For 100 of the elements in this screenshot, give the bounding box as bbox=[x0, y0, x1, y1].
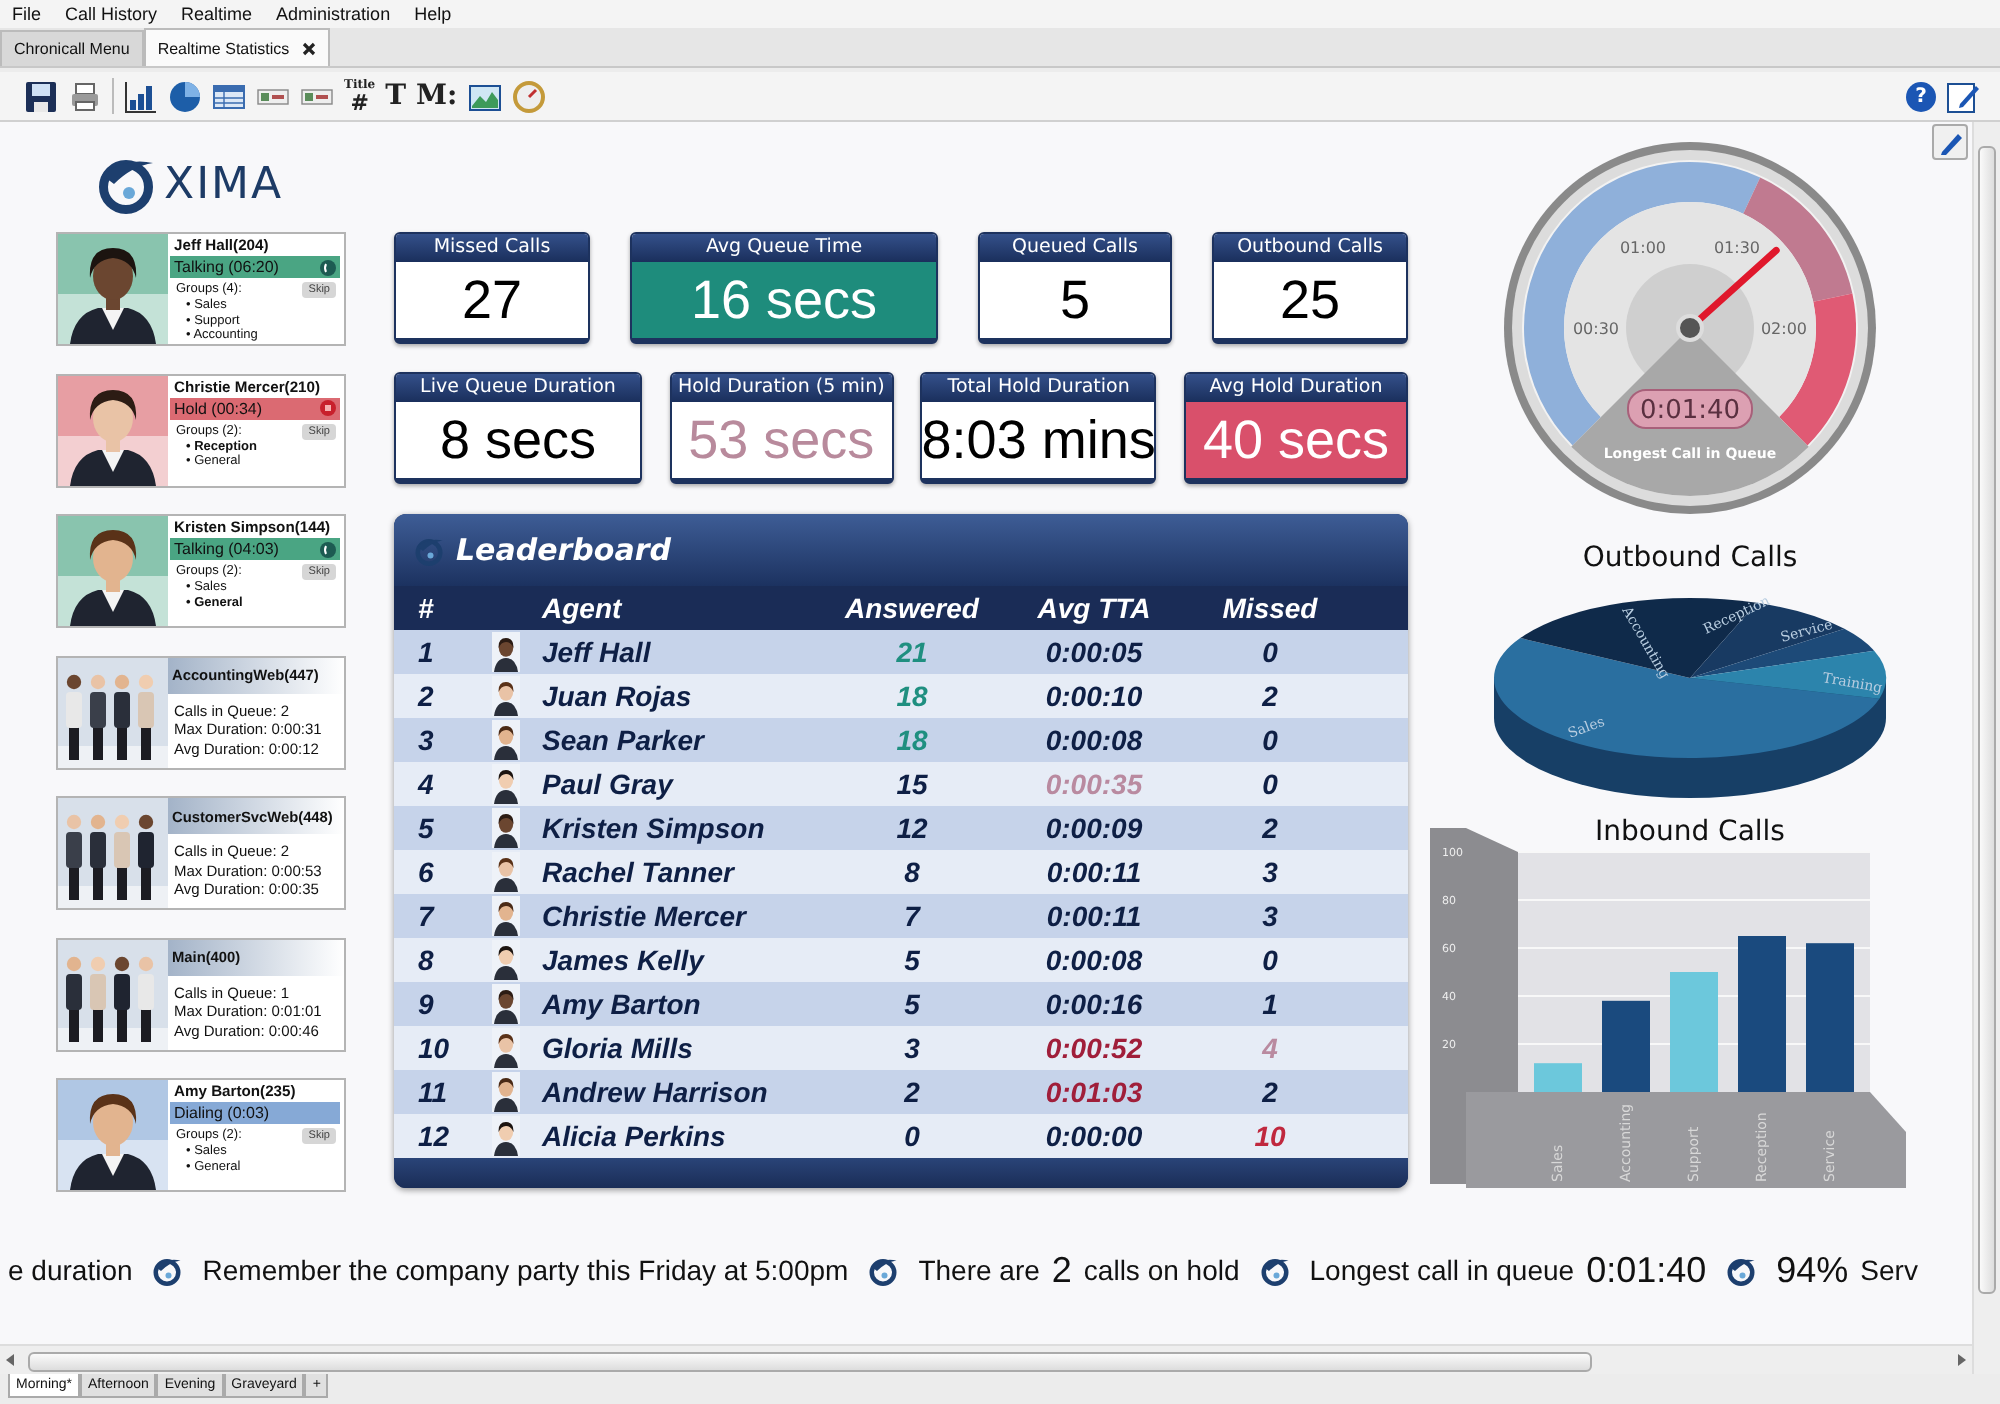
table-cell-text: 7 bbox=[902, 900, 923, 932]
table-cell-text: 2 bbox=[1260, 812, 1280, 844]
tile-value: 5 bbox=[980, 262, 1170, 338]
tile-label: Avg Queue Time bbox=[632, 234, 936, 262]
status-text: Dialing (0:03) bbox=[174, 1104, 270, 1122]
table-cell-text: Amy Barton bbox=[542, 988, 703, 1020]
status-text: Talking (06:20) bbox=[174, 258, 279, 276]
table-cell-text: 4 bbox=[1260, 1032, 1280, 1064]
table-cell-text: 4 bbox=[415, 768, 436, 800]
table-cell-text: 10 bbox=[416, 1032, 452, 1064]
image-icon[interactable] bbox=[467, 79, 502, 113]
table-cell-text: 0:01:03 bbox=[1043, 1076, 1145, 1108]
table-cell-text: 5 bbox=[416, 812, 436, 844]
tab[interactable]: Realtime Statistics bbox=[143, 28, 330, 66]
table-cell-text: 18 bbox=[894, 724, 930, 756]
bar bbox=[1670, 972, 1718, 1092]
menu-item[interactable]: Administration bbox=[264, 4, 403, 24]
table-cell-text: 0:00:16 bbox=[1043, 988, 1145, 1020]
menu-item[interactable]: File bbox=[0, 4, 54, 24]
ticker-text: Remember the company party this Friday at 5:00pm bbox=[202, 1252, 849, 1290]
tile-value: 16 secs bbox=[632, 262, 936, 338]
table-cell-text: 10 bbox=[1252, 1120, 1288, 1152]
table-cell-text: Andrew Harrison bbox=[542, 1076, 770, 1108]
gauge-icon[interactable] bbox=[511, 79, 546, 113]
edit-button[interactable] bbox=[1932, 124, 1968, 160]
column-header: Avg TTA bbox=[1035, 592, 1153, 624]
table-icon[interactable] bbox=[212, 79, 246, 113]
tile-value: 53 secs bbox=[671, 402, 892, 478]
table-cell-text: 2 bbox=[415, 680, 436, 712]
table-cell-text: 0:00:08 bbox=[1043, 724, 1145, 756]
ticker-text: Longest call in queue bbox=[1309, 1252, 1575, 1290]
logo-text: XIMA bbox=[164, 159, 284, 209]
swirl-icon bbox=[152, 1255, 183, 1285]
vertical-scrollbar[interactable] bbox=[1972, 122, 2000, 1374]
gauge-readout: 0:01:40 bbox=[1627, 389, 1753, 429]
status-text: Talking (04:03) bbox=[174, 540, 279, 558]
table-cell-text: 12 bbox=[894, 812, 930, 844]
table-cell-text: 8 bbox=[902, 856, 922, 888]
close-icon[interactable] bbox=[301, 41, 316, 55]
tile-value: 27 bbox=[396, 262, 588, 338]
ticker-text: Serv bbox=[1860, 1252, 1918, 1290]
table-cell-text: 9 bbox=[416, 988, 436, 1020]
edit-icon[interactable] bbox=[1946, 79, 1980, 113]
swirl-icon bbox=[1726, 1255, 1757, 1285]
chart-title: Inbound Calls bbox=[1595, 816, 1785, 848]
tile-value: 25 bbox=[1214, 262, 1406, 338]
needle-hub bbox=[1676, 314, 1704, 342]
bar-chart-icon[interactable] bbox=[124, 79, 158, 113]
table-cell-text: 3 bbox=[1260, 900, 1280, 932]
table-cell-text: 7 bbox=[416, 900, 437, 932]
table-cell-text: 0:00:10 bbox=[1043, 680, 1145, 712]
table-cell-text: 5 bbox=[902, 988, 922, 1020]
table-cell-text: 0:00:35 bbox=[1043, 768, 1145, 800]
table-cell-text: 21 bbox=[894, 636, 930, 668]
table-cell-text: 0 bbox=[1260, 944, 1280, 976]
text-format-button[interactable]: T bbox=[385, 82, 407, 110]
text-format-button[interactable]: M: bbox=[416, 82, 458, 110]
tile-label: Missed Calls bbox=[396, 234, 588, 262]
table-cell-text: 3 bbox=[416, 724, 436, 756]
table-cell-text: Sean Parker bbox=[542, 724, 707, 756]
tile-value: 8:03 mins bbox=[922, 402, 1155, 478]
tile-label: Live Queue Duration bbox=[396, 374, 640, 402]
status-text: Hold (00:34) bbox=[174, 399, 263, 417]
tile-label: Hold Duration (5 min) bbox=[671, 374, 892, 402]
table-cell-text: 0:00:00 bbox=[1043, 1120, 1145, 1152]
column-header: # bbox=[416, 592, 436, 624]
swirl-icon bbox=[868, 1255, 899, 1285]
gauge-scale-label: 01:30 bbox=[1713, 238, 1761, 257]
menu-item[interactable]: Call History bbox=[53, 4, 170, 24]
panel-title: Leaderboard bbox=[456, 532, 671, 568]
bar bbox=[1602, 1000, 1650, 1092]
table-cell-text: 0 bbox=[1260, 636, 1280, 668]
help-button[interactable]: ? bbox=[1906, 81, 1936, 111]
table-cell-text: 2 bbox=[1260, 680, 1280, 712]
table-cell-text: Gloria Mills bbox=[542, 1032, 695, 1064]
horizontal-scrollbar[interactable] bbox=[0, 1344, 1972, 1374]
pie-chart-icon[interactable] bbox=[168, 79, 202, 113]
table-cell-text: Rachel Tanner bbox=[542, 856, 737, 888]
save-icon[interactable] bbox=[24, 79, 58, 113]
gauge-scale-label: 00:30 bbox=[1572, 320, 1620, 338]
tile-label: Avg Hold Duration bbox=[1185, 374, 1406, 402]
print-icon[interactable] bbox=[68, 79, 102, 113]
menu-item[interactable]: Realtime bbox=[169, 4, 265, 24]
table-cell-text: 2 bbox=[902, 1076, 922, 1108]
table-cell-text: 0 bbox=[1260, 768, 1280, 800]
column-header: Missed bbox=[1220, 592, 1320, 624]
ticker-text: 94% bbox=[1776, 1250, 1849, 1290]
swirl-icon bbox=[96, 154, 156, 214]
table-cell-text: 0:00:11 bbox=[1044, 856, 1144, 888]
pencil-icon bbox=[1937, 129, 1963, 155]
table-cell-text: 0:00:05 bbox=[1043, 636, 1145, 668]
menu-item[interactable]: Help bbox=[402, 4, 464, 24]
table-cell-text: 18 bbox=[894, 680, 930, 712]
bar bbox=[1534, 1063, 1582, 1092]
gauge-scale-label: 01:00 bbox=[1619, 238, 1667, 257]
ticker-text: 2 bbox=[1051, 1250, 1072, 1290]
table-cell-text: 2 bbox=[1260, 1076, 1280, 1108]
table-cell-text: Jeff Hall bbox=[542, 636, 653, 668]
table-cell-text: Alicia Perkins bbox=[542, 1120, 728, 1152]
tab[interactable]: Chronicall Menu bbox=[0, 30, 144, 66]
